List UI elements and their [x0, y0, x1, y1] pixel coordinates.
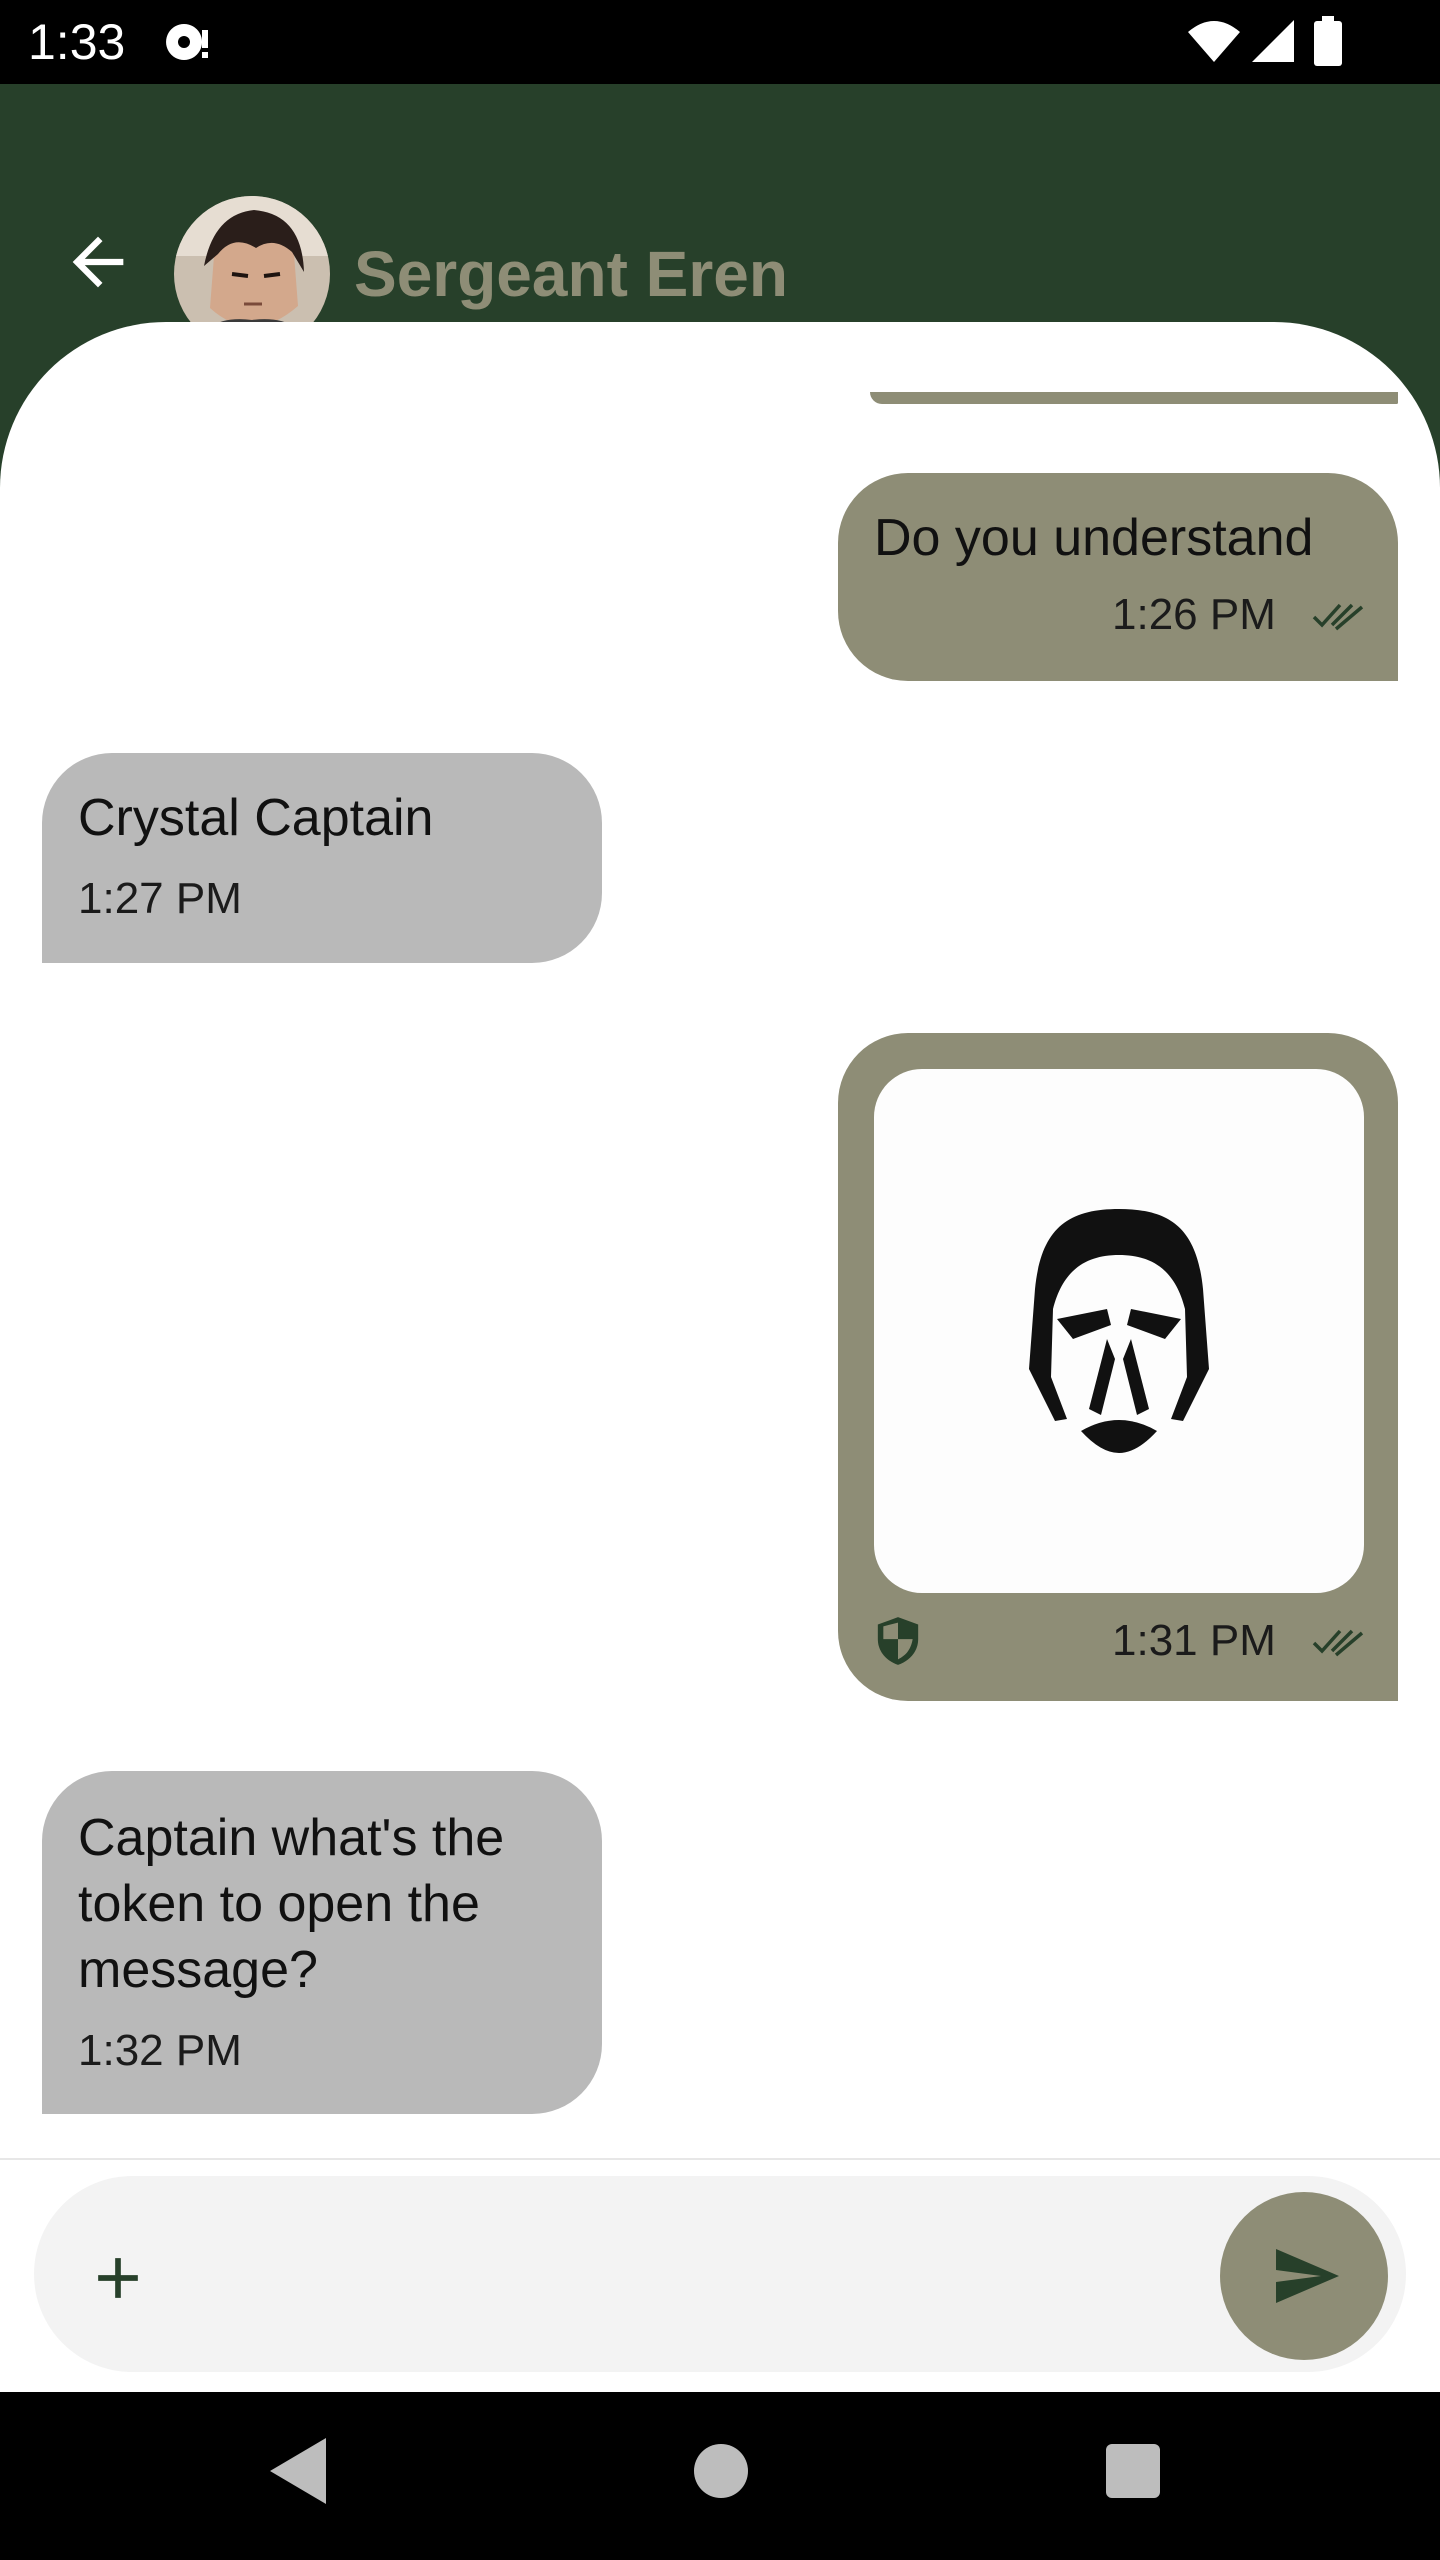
- nav-recents-icon[interactable]: [1106, 2444, 1160, 2498]
- status-time: 1:33: [28, 14, 126, 70]
- message-time: 1:27 PM: [78, 874, 242, 923]
- message-text: Do you understand: [874, 509, 1314, 567]
- double-check-icon: [1312, 1629, 1364, 1657]
- status-bar: 1:33: [0, 0, 1440, 84]
- signal-icon: [1252, 20, 1294, 62]
- contact-name[interactable]: Sergeant Eren: [354, 234, 788, 314]
- nav-back-icon[interactable]: [268, 2436, 328, 2506]
- message-outgoing-image[interactable]: 1:31 PM: [838, 1033, 1398, 1701]
- battery-icon: [1314, 16, 1342, 66]
- nav-home-icon[interactable]: [694, 2444, 748, 2498]
- double-check-icon: [1312, 603, 1364, 631]
- arrow-left-icon[interactable]: [60, 224, 136, 300]
- notification-icon: [166, 24, 208, 60]
- wifi-icon: [1188, 21, 1240, 62]
- plus-icon[interactable]: [84, 2244, 152, 2312]
- message-text: Captain what's the token to open the mes…: [78, 1809, 505, 1999]
- chat-area[interactable]: Do you understand 1:26 PM Crystal Captai…: [0, 322, 1440, 2158]
- message-input[interactable]: [214, 2226, 1214, 2356]
- message-incoming[interactable]: Crystal Captain 1:27 PM: [42, 753, 602, 963]
- message-text: Crystal Captain: [78, 789, 434, 847]
- previous-message-edge: [870, 392, 1398, 404]
- system-nav-bar: [0, 2392, 1440, 2560]
- message-incoming[interactable]: Captain what's the token to open the mes…: [42, 1771, 602, 2114]
- message-outgoing[interactable]: Do you understand 1:26 PM: [838, 473, 1398, 681]
- message-time: 1:31 PM: [1112, 1616, 1276, 1665]
- message-input-container[interactable]: [34, 2176, 1406, 2372]
- send-icon: [1276, 2249, 1339, 2303]
- shield-icon: [877, 1617, 919, 1665]
- message-image[interactable]: [874, 1069, 1364, 1593]
- face-logo: [1029, 1209, 1209, 1453]
- message-time: 1:32 PM: [78, 2026, 242, 2075]
- message-composer: [0, 2160, 1440, 2392]
- message-time: 1:26 PM: [1112, 590, 1276, 639]
- send-button[interactable]: [1220, 2192, 1388, 2360]
